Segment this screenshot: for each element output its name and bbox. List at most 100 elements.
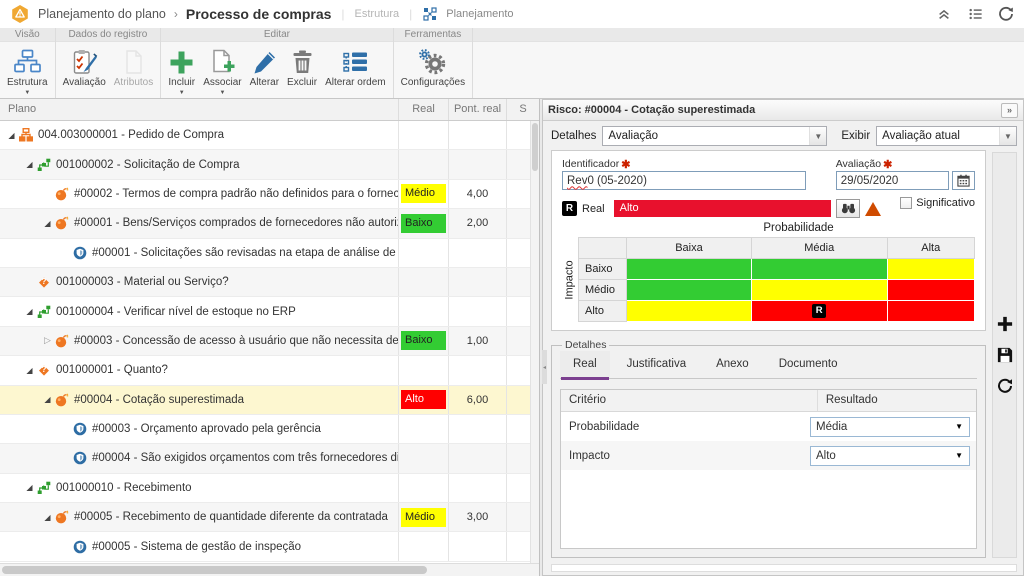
tree-row[interactable]: ◢#00001 - Bens/Serviços comprados de for…: [0, 209, 539, 238]
column-header-s[interactable]: S: [506, 99, 539, 120]
tree-expand-icon[interactable]: ◢: [42, 219, 53, 228]
risk-level-badge: Alto: [401, 390, 446, 409]
matrix-cell-yellow[interactable]: [751, 280, 887, 301]
divider: |: [409, 7, 412, 21]
alterar-ordem-button[interactable]: Alterar ordem: [321, 46, 390, 98]
ribbon-group-visão: VisãoEstrutura▼: [0, 28, 56, 98]
matrix-cell-green[interactable]: [627, 280, 752, 301]
tree-row-plan-cell: #00005 - Sistema de gestão de inspeção: [0, 532, 398, 560]
real-result-bar: Alto: [614, 200, 832, 217]
tree-row-pont-cell: 3,00: [448, 503, 506, 531]
impacto-result-select[interactable]: Alto▼: [810, 446, 970, 466]
tree-row-real-cell: [398, 474, 448, 502]
identificador-input[interactable]: Rev 0 (05-2020): [562, 171, 806, 190]
tree-expand-icon[interactable]: ◢: [24, 366, 35, 375]
mode-label[interactable]: Estrutura: [355, 8, 400, 20]
criteria-result-cell: Alto▼: [802, 446, 976, 466]
tree-expand-icon[interactable]: ◢: [24, 483, 35, 492]
exibir-label: Exibir: [841, 130, 870, 142]
avaliação-button[interactable]: Avaliação: [59, 46, 110, 98]
tree-row[interactable]: ◢001000002 - Solicitação de Compra: [0, 150, 539, 179]
list-icon[interactable]: [967, 6, 983, 22]
collapse-ribbon-icon[interactable]: [936, 6, 952, 22]
matrix-corner-cell: [579, 238, 627, 259]
tree-row[interactable]: #00003 - Orçamento aprovado pela gerênci…: [0, 415, 539, 444]
splitter-collapse-icon[interactable]: ◂: [542, 350, 547, 384]
tree-row[interactable]: ◢001000010 - Recebimento: [0, 474, 539, 503]
tree-expand-icon[interactable]: ◢: [24, 160, 35, 169]
calendar-icon[interactable]: [952, 171, 975, 190]
column-header-pont-real[interactable]: Pont. real: [448, 99, 506, 120]
tree-row[interactable]: #00005 - Sistema de gestão de inspeção: [0, 532, 539, 561]
panel-collapse-button[interactable]: »: [1001, 103, 1018, 118]
tree-expand-icon[interactable]: ◢: [42, 395, 53, 404]
tree-collapse-icon[interactable]: ▷: [42, 335, 53, 346]
matrix-cell-red[interactable]: [887, 301, 974, 322]
tab-anexo[interactable]: Anexo: [703, 351, 762, 378]
refresh-icon[interactable]: [998, 6, 1014, 22]
tab-justificativa[interactable]: Justificativa: [614, 351, 699, 378]
estrutura-button[interactable]: Estrutura▼: [3, 46, 52, 98]
horizontal-scrollbar-thumb[interactable]: [2, 566, 427, 574]
tree-row-real-cell: Médio: [398, 503, 448, 531]
save-icon[interactable]: [996, 346, 1014, 364]
vertical-scrollbar-thumb[interactable]: [532, 123, 538, 171]
tree-row[interactable]: #00002 - Termos de compra padrão não def…: [0, 180, 539, 209]
delete-icon: [289, 47, 316, 76]
column-header-real[interactable]: Real: [398, 99, 448, 120]
tree-row[interactable]: ▷#00003 - Concessão de acesso à usuário …: [0, 327, 539, 356]
tree-row[interactable]: ◢001000004 - Verificar nível de estoque …: [0, 297, 539, 326]
risk-icon: [55, 216, 69, 230]
tree-row[interactable]: ◢004.003000001 - Pedido de Compra: [0, 121, 539, 150]
chevron-down-icon: ▼: [955, 451, 963, 460]
matrix-col-header: Alta: [887, 238, 974, 259]
avaliacao-date-input[interactable]: 29/05/2020: [836, 171, 949, 190]
alterar-button[interactable]: Alterar: [246, 46, 283, 98]
matrix-cell-yellow[interactable]: [887, 259, 974, 280]
configurações-button[interactable]: Configurações: [397, 46, 469, 98]
view-label[interactable]: Planejamento: [446, 8, 513, 20]
control-icon: [73, 540, 87, 554]
ribbon-filler-strip: [473, 28, 1024, 42]
column-header-plano[interactable]: Plano: [0, 99, 398, 120]
vertical-scrollbar[interactable]: [530, 121, 539, 563]
panel-title: Risco: #00004 - Cotação superestimada: [548, 104, 755, 116]
add-icon[interactable]: [996, 315, 1014, 333]
detalhes-fieldset-legend: Detalhes: [562, 339, 609, 351]
excluir-button[interactable]: Excluir: [283, 46, 321, 98]
matrix-cell-red[interactable]: [887, 280, 974, 301]
refresh-icon[interactable]: [996, 377, 1014, 395]
tree-row-real-cell: [398, 532, 448, 560]
incluir-button[interactable]: Incluir▼: [164, 46, 199, 98]
tree-expand-icon[interactable]: ◢: [24, 307, 35, 316]
probabilidade-result-select[interactable]: Média▼: [810, 417, 970, 437]
associar-button[interactable]: Associar▼: [199, 46, 245, 98]
tree-expand-icon[interactable]: ◢: [42, 513, 53, 522]
binoculars-icon[interactable]: [836, 199, 860, 218]
ribbon-button-label: Atributos: [114, 77, 153, 88]
tree-row[interactable]: #00001 - Solicitações são revisadas na e…: [0, 239, 539, 268]
matrix-cell-green[interactable]: [751, 259, 887, 280]
horizontal-scrollbar[interactable]: [0, 563, 539, 576]
tree-row[interactable]: ◢#00005 - Recebimento de quantidade dife…: [0, 503, 539, 532]
tree-row[interactable]: ◢#00004 - Cotação superestimadaAlto6,00: [0, 386, 539, 415]
ribbon-group-buttons: Configurações: [394, 42, 472, 98]
tab-real[interactable]: Real: [560, 351, 610, 378]
associate-icon: [209, 47, 236, 76]
breadcrumb-parent[interactable]: Planejamento do plano: [38, 7, 166, 21]
detalhes-select[interactable]: Avaliação ▼: [602, 126, 827, 146]
tree-row[interactable]: ◆?001000003 - Material ou Serviço?: [0, 268, 539, 297]
significativo-checkbox[interactable]: [900, 197, 912, 209]
significativo-label: Significativo: [916, 197, 975, 209]
matrix-cell-green[interactable]: [627, 259, 752, 280]
tab-documento[interactable]: Documento: [766, 351, 851, 378]
exibir-select[interactable]: Avaliação atual ▼: [876, 126, 1017, 146]
tree-row-pont-cell: [448, 532, 506, 560]
tree-row[interactable]: ◢◆?001000001 - Quanto?: [0, 356, 539, 385]
matrix-cell-red[interactable]: R: [751, 301, 887, 322]
tree-row[interactable]: #00004 - São exigidos orçamentos com trê…: [0, 444, 539, 473]
matrix-cell-yellow[interactable]: [627, 301, 752, 322]
risk-level-badge: Médio: [401, 184, 446, 203]
tree-expand-icon[interactable]: ◢: [6, 131, 17, 140]
tree-row-label: 001000003 - Material ou Serviço?: [56, 276, 229, 288]
